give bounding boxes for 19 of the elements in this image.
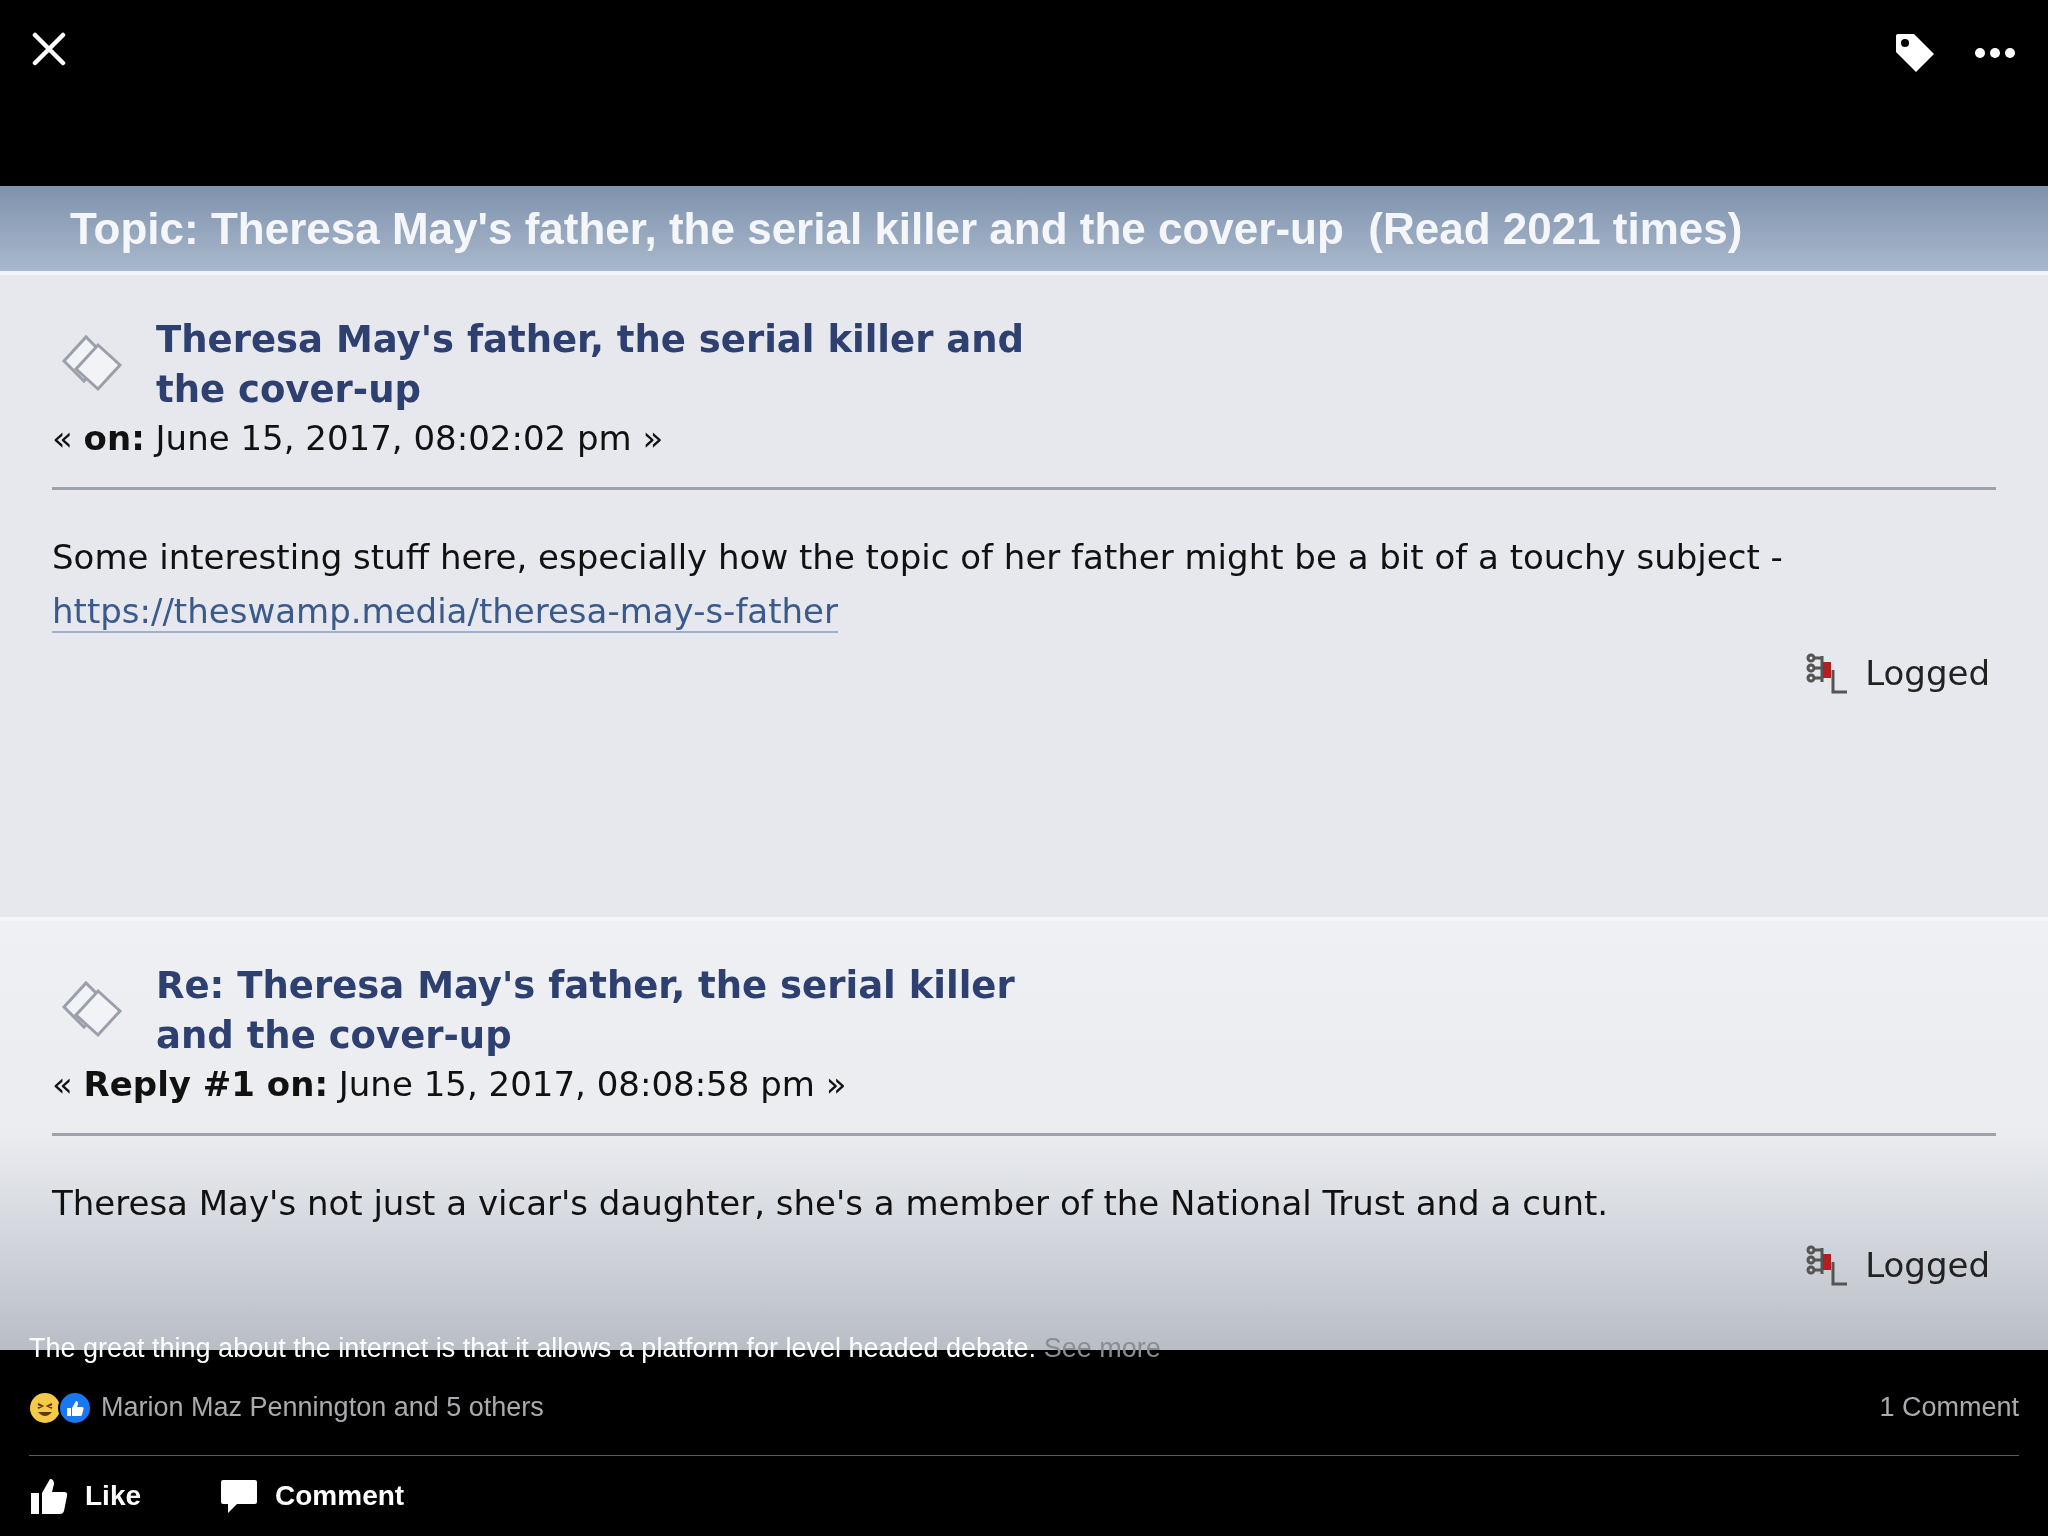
post-text: Theresa May's not just a vicar's daughter, she's a member of the National Trust and a cunt.: [52, 1182, 1610, 1225]
post-title[interactable]: Theresa May's father, the serial killer and the cover-up: [156, 315, 1056, 415]
topic-title: Topic: Theresa May's father, the serial killer and the cover-up (Read 2021 times): [70, 202, 1743, 255]
post-link[interactable]: https://theswamp.media/theresa-may-s-father: [52, 591, 838, 633]
reactions-summary[interactable]: Marion Maz Pennington and 5 others: [101, 1387, 544, 1428]
logged-label: Logged: [1865, 652, 1990, 695]
close-icon[interactable]: [32, 32, 66, 66]
post-date: « Reply #1 on: June 15, 2017, 08:08:58 pm »: [52, 1063, 848, 1106]
tag-icon[interactable]: [1894, 32, 1936, 74]
like-button[interactable]: Like: [29, 1475, 142, 1517]
logged-label: Logged: [1865, 1244, 1990, 1287]
more-icon[interactable]: [1974, 47, 2016, 59]
post-date: « on: June 15, 2017, 08:02:02 pm »: [52, 417, 665, 460]
reaction-icons: [29, 1390, 93, 1425]
thumbs-up-icon: [29, 1476, 69, 1516]
comment-button[interactable]: Comment: [219, 1475, 405, 1517]
comment-count[interactable]: 1 Comment: [1879, 1387, 2019, 1428]
post-title[interactable]: Re: Theresa May's father, the serial killer and the cover-up: [156, 961, 1056, 1061]
post-text: Some interesting stuff here, especially how the topic of her father might be a bit of a touchy subject -: [52, 536, 1784, 579]
